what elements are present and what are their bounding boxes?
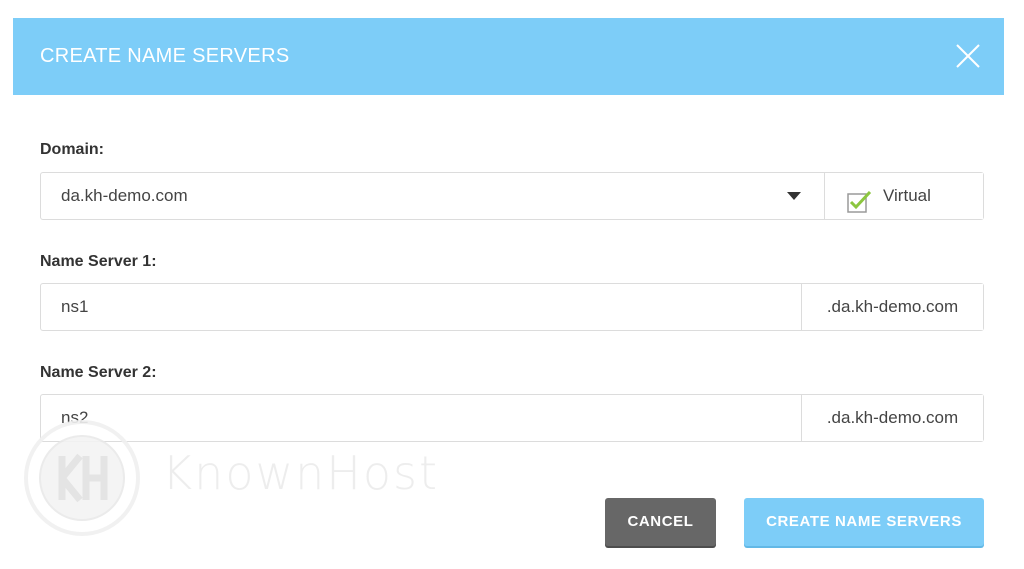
cancel-button[interactable]: CANCEL xyxy=(605,498,716,546)
virtual-addon: Virtual xyxy=(824,173,983,219)
close-button[interactable] xyxy=(952,40,984,72)
checkbox-checked-icon xyxy=(847,190,872,213)
ns1-input[interactable]: ns1 xyxy=(61,284,88,330)
create-name-servers-dialog: CREATE NAME SERVERS Domain: da.kh-demo.c… xyxy=(0,0,1024,569)
ns2-domain-suffix: .da.kh-demo.com xyxy=(801,395,983,441)
ns1-input-group: ns1 .da.kh-demo.com xyxy=(40,283,984,331)
caret-down-icon xyxy=(787,192,801,200)
ns1-domain-suffix: .da.kh-demo.com xyxy=(801,284,983,330)
ns2-label: Name Server 2: xyxy=(40,364,157,381)
dialog-title: CREATE NAME SERVERS xyxy=(40,45,290,67)
watermark-text: KnownHost xyxy=(162,446,439,500)
dialog-header: CREATE NAME SERVERS xyxy=(13,18,1004,95)
domain-select[interactable]: da.kh-demo.com xyxy=(61,173,188,219)
knownhost-watermark: KnownHost xyxy=(22,418,482,538)
create-name-servers-button[interactable]: CREATE NAME SERVERS xyxy=(744,498,984,546)
virtual-checkbox[interactable] xyxy=(847,185,872,213)
domain-select-group: da.kh-demo.com Virtual xyxy=(40,172,984,220)
domain-select-toggle[interactable] xyxy=(784,188,804,204)
virtual-label: Virtual xyxy=(883,186,931,205)
domain-label: Domain: xyxy=(40,141,104,158)
ns1-label: Name Server 1: xyxy=(40,253,157,270)
close-icon xyxy=(956,44,980,68)
knownhost-logo-icon xyxy=(24,420,140,536)
